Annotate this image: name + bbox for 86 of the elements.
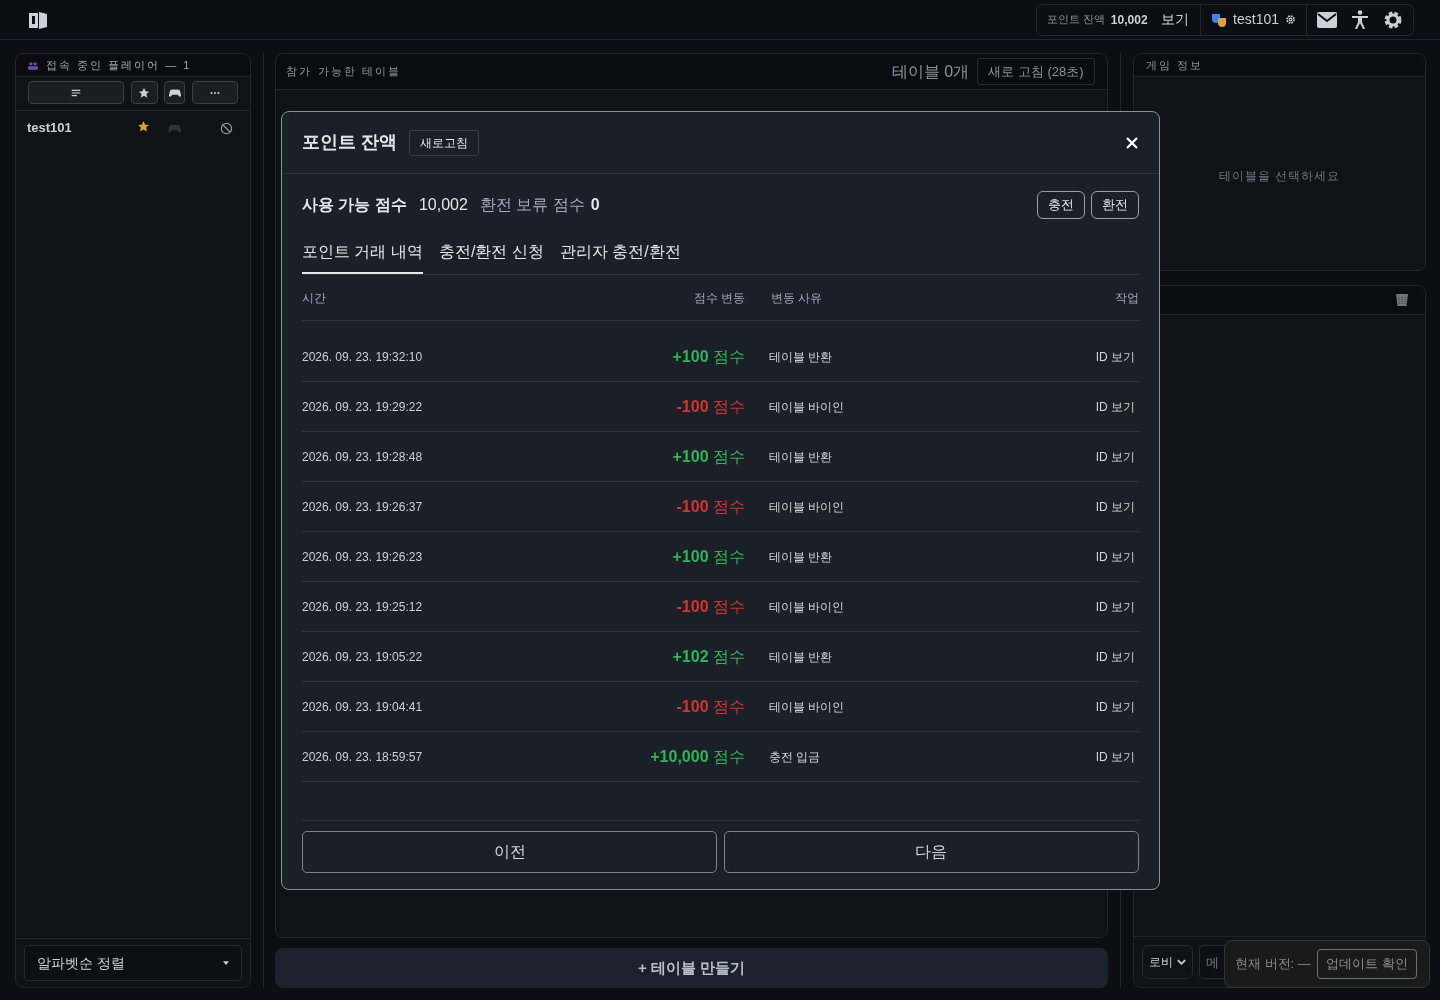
available-label: 사용 가능 점수 bbox=[302, 195, 407, 215]
refresh-button[interactable]: 새로 고침 (28초) bbox=[977, 57, 1095, 86]
available-value: 10,002 bbox=[418, 195, 468, 215]
reason-cell-text: 테이블 바이인 bbox=[768, 498, 846, 516]
next-button[interactable]: 다음 bbox=[723, 831, 1139, 873]
reason-cell-text: 테이블 바이인 bbox=[768, 398, 846, 416]
time-cell-text: 2026. 09. 23. 19:29:22 bbox=[302, 398, 424, 416]
reason-cell-text: 테이블 바이인 bbox=[768, 598, 846, 616]
column-header: 시간 bbox=[302, 289, 327, 307]
amount-cell-text: -100 점수 bbox=[675, 496, 746, 517]
time-cell-text: 2026. 09. 23. 19:26:23 bbox=[302, 548, 424, 566]
amount-cell-text: +102 점수 bbox=[671, 646, 746, 667]
view-id-link[interactable]: ID 보기 bbox=[1039, 697, 1139, 716]
view-id-link[interactable]: ID 보기 bbox=[1039, 547, 1139, 566]
gear-icon[interactable] bbox=[1285, 14, 1296, 25]
channel-select[interactable]: 로비 bbox=[1141, 945, 1193, 979]
view-id-link[interactable]: ID 보기 bbox=[1039, 397, 1139, 416]
tab[interactable]: 충전/환전 신청 bbox=[438, 240, 544, 274]
view-id-link[interactable]: ID 보기 bbox=[1039, 597, 1139, 616]
time-cell-text: 2026. 09. 23. 19:25:12 bbox=[302, 598, 424, 616]
time-cell-text: 2026. 09. 23. 19:32:10 bbox=[302, 348, 424, 366]
reason-cell-text: 테이블 바이인 bbox=[768, 698, 846, 716]
tab[interactable]: 관리자 충전/환전 bbox=[559, 240, 681, 274]
amount-cell-text: +100 점수 bbox=[671, 346, 746, 367]
player-name: test101 bbox=[27, 119, 73, 138]
star-button[interactable] bbox=[130, 81, 158, 104]
column-header: 변동 사유 bbox=[770, 289, 824, 307]
caret-icon bbox=[222, 961, 229, 965]
amount-cell-text: +10,000 점수 bbox=[649, 746, 746, 767]
time-cell-text: 2026. 09. 23. 19:04:41 bbox=[302, 698, 424, 716]
username: test101 bbox=[1233, 10, 1279, 29]
reason-cell-text: 테이블 반환 bbox=[768, 648, 834, 666]
points-value: 10,002 bbox=[1110, 11, 1148, 29]
gamepad-icon bbox=[168, 123, 181, 133]
settings-icon[interactable] bbox=[1383, 9, 1403, 30]
update-check-button[interactable]: 업데이트 확인 bbox=[1317, 949, 1417, 979]
reason-cell-text: 테이블 반환 bbox=[768, 348, 834, 366]
player-row[interactable]: test101 bbox=[16, 111, 250, 145]
dialog-title: 포인트 잔액 bbox=[302, 131, 397, 154]
trash-icon[interactable] bbox=[1395, 293, 1409, 307]
mail-icon[interactable] bbox=[1317, 11, 1337, 28]
points-label: 포인트 잔액 bbox=[1046, 12, 1105, 28]
version-text: 현재 버전: — bbox=[1235, 955, 1311, 974]
pending-value: 0 bbox=[590, 195, 600, 215]
tab[interactable]: 포인트 거래 내역 bbox=[302, 240, 423, 274]
view-id-link[interactable]: ID 보기 bbox=[1039, 647, 1139, 666]
create-table-button[interactable]: + 테이블 만들기 bbox=[275, 948, 1108, 988]
accessibility-icon[interactable] bbox=[1351, 9, 1369, 30]
reason-cell-text: 충전 입금 bbox=[768, 748, 822, 766]
pending-label: 환전 보류 점수 bbox=[479, 195, 585, 215]
view-button[interactable]: 보기 bbox=[1160, 8, 1191, 31]
sort-select[interactable]: 알파벳순 정렬 bbox=[24, 945, 242, 981]
amount-cell-text: +100 점수 bbox=[671, 446, 746, 467]
charge-button[interactable]: 충전 bbox=[1036, 191, 1085, 219]
amount-cell-text: -100 점수 bbox=[675, 396, 746, 417]
amount-cell-text: +100 점수 bbox=[671, 546, 746, 567]
view-id-link[interactable]: ID 보기 bbox=[1039, 497, 1139, 516]
star-icon bbox=[138, 86, 150, 99]
view-id-link[interactable]: ID 보기 bbox=[1039, 747, 1139, 766]
view-id-link[interactable]: ID 보기 bbox=[1039, 347, 1139, 366]
time-cell-text: 2026. 09. 23. 19:28:48 bbox=[302, 448, 424, 466]
previous-button[interactable]: 이전 bbox=[302, 831, 718, 873]
time-cell-text: 2026. 09. 23. 19:05:22 bbox=[302, 648, 424, 666]
chevron-icon bbox=[1176, 959, 1186, 965]
door-icon[interactable] bbox=[28, 10, 48, 29]
empty-message: 테이블을 선택하세요 bbox=[1217, 168, 1341, 185]
gamepad-button[interactable] bbox=[164, 81, 185, 104]
panel-title: 접속 중인 플레이어 — 1 bbox=[46, 57, 192, 73]
amount-cell-text: -100 점수 bbox=[675, 596, 746, 617]
refresh-button[interactable]: 새로고침 bbox=[409, 129, 479, 156]
amount-cell-text: -100 점수 bbox=[675, 696, 746, 717]
people-icon bbox=[28, 60, 38, 70]
block-icon[interactable] bbox=[219, 121, 233, 135]
reason-cell-text: 테이블 반환 bbox=[768, 548, 834, 566]
view-id-link[interactable]: ID 보기 bbox=[1039, 447, 1139, 466]
close-button[interactable] bbox=[1125, 135, 1139, 150]
star-icon[interactable] bbox=[137, 119, 150, 133]
exchange-button[interactable]: 환전 bbox=[1091, 191, 1139, 219]
column-header: 작업 bbox=[1114, 289, 1139, 307]
time-cell-text: 2026. 09. 23. 18:59:57 bbox=[302, 748, 424, 766]
time-cell-text: 2026. 09. 23. 19:26:37 bbox=[302, 498, 424, 516]
panel-title: 게임 정보 bbox=[1145, 57, 1203, 73]
table-count: 테이블 0개 bbox=[891, 61, 970, 82]
panel-title: 참가 가능한 테이블 bbox=[286, 64, 401, 80]
reason-cell-text: 테이블 반환 bbox=[768, 448, 834, 466]
column-header: 점수 변동 bbox=[692, 289, 746, 307]
